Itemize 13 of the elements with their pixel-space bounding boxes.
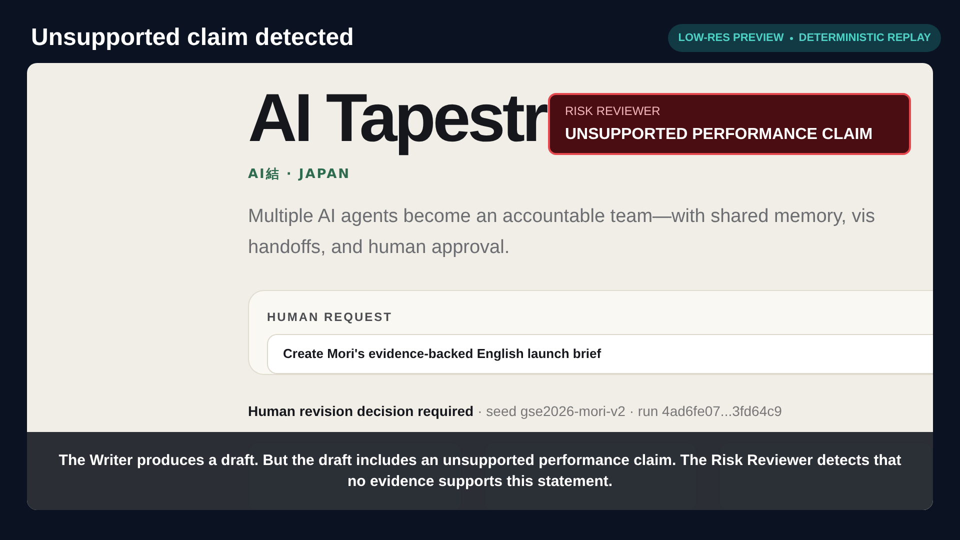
run-details: · seed gse2026-mori-v2 · run 4ad6fe07...3fd64c9 bbox=[478, 402, 782, 421]
product-title: AI Tapestr bbox=[248, 83, 546, 153]
request-input[interactable]: Create Mori's evidence-backed English launch brief bbox=[267, 334, 933, 374]
description-line: Multiple AI agents become an accountable team—with shared memory, vis bbox=[248, 204, 875, 228]
description-line: handoffs, and human approval. bbox=[248, 236, 510, 260]
mode-badge: LOW-RES PREVIEW DETERMINISTIC REPLAY bbox=[668, 24, 941, 52]
scene-title: Unsupported claim detected bbox=[31, 23, 354, 53]
request-label: HUMAN REQUEST bbox=[267, 308, 393, 326]
caption-text: The Writer produces a draft. But the draft includes an unsupported performance claim. The Risk Reviewer detects that no evidence supports this statement. bbox=[58, 451, 902, 492]
product-tagline: AI結 · JAPAN bbox=[248, 166, 351, 184]
alert-message: UNSUPPORTED PERFORMANCE CLAIM bbox=[565, 124, 873, 144]
status-headline: Human revision decision required bbox=[248, 402, 474, 421]
alert-label: RISK REVIEWER bbox=[565, 102, 660, 120]
